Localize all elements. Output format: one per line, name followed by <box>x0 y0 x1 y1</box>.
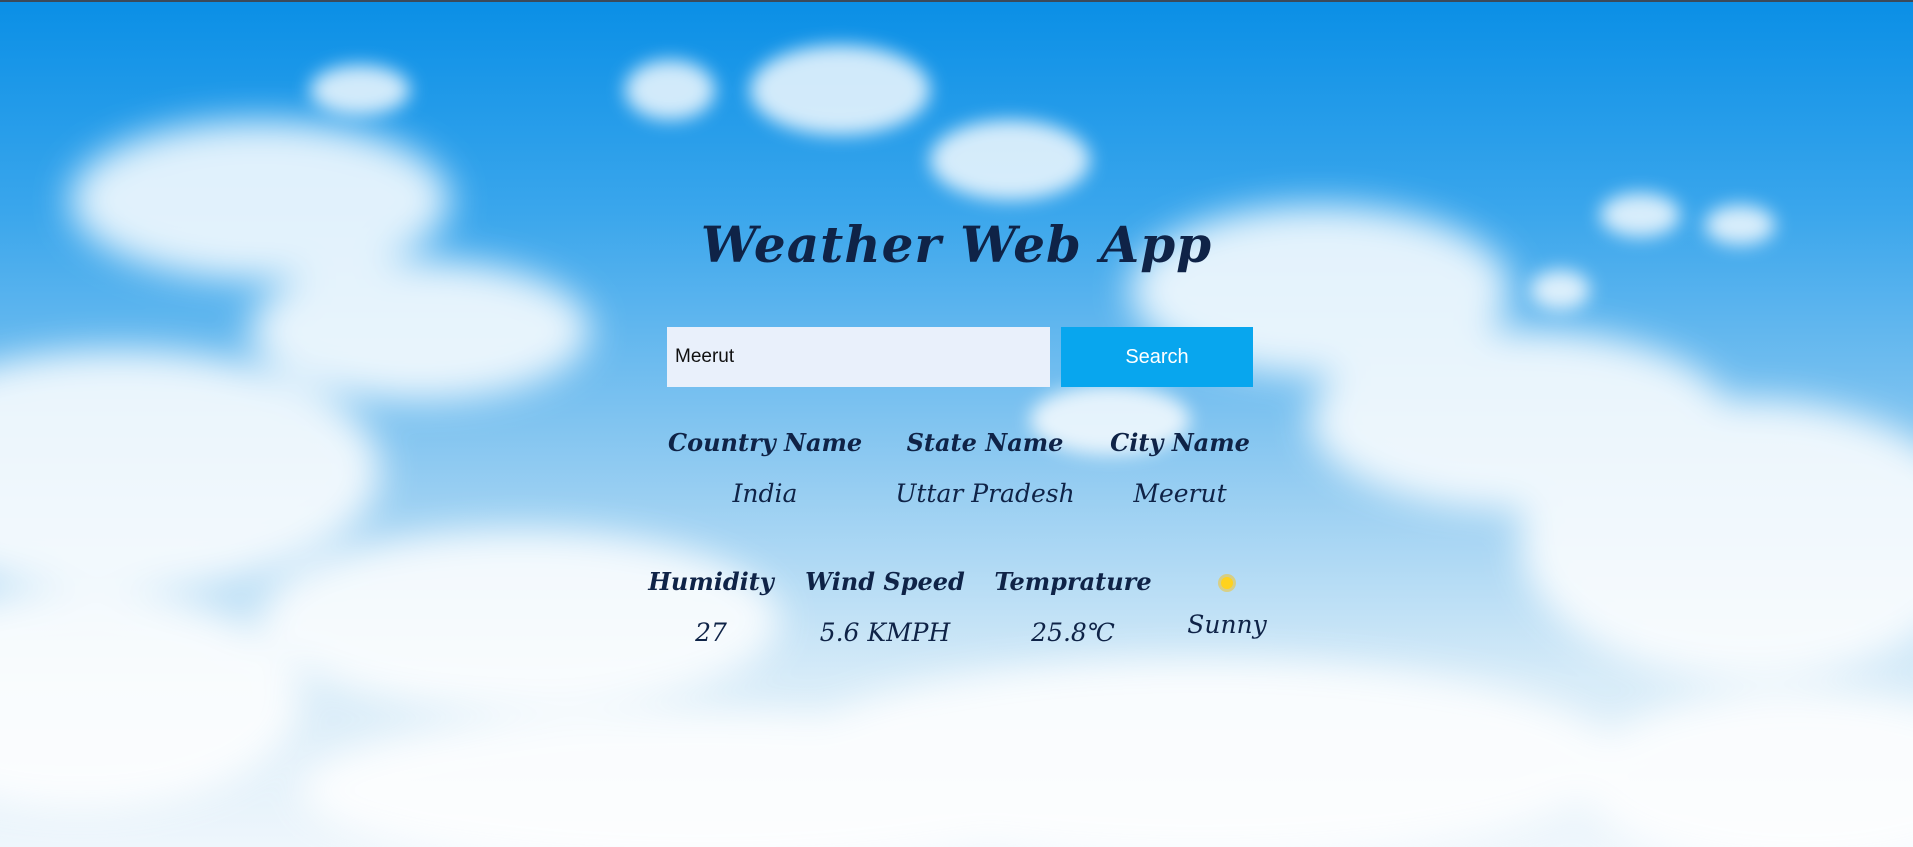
temperature-value: 25.8℃ <box>1031 618 1115 647</box>
wind-speed-label: Wind Speed <box>805 567 965 596</box>
search-button[interactable]: Search <box>1061 327 1253 387</box>
country-block: Country Name India <box>668 428 862 508</box>
humidity-label: Humidity <box>648 567 774 596</box>
main-content: Weather Web App Search Country Name Indi… <box>0 0 1913 847</box>
temperature-block: Temprature 25.8℃ <box>990 567 1156 647</box>
country-value: India <box>732 479 798 508</box>
sun-icon <box>1221 577 1233 589</box>
state-label: State Name <box>906 428 1064 457</box>
humidity-block: Humidity 27 <box>648 567 774 647</box>
country-label: Country Name <box>668 428 863 457</box>
city-block: City Name Meerut <box>1101 428 1259 508</box>
page-title: Weather Web App <box>700 215 1213 274</box>
state-block: State Name Uttar Pradesh <box>889 428 1081 508</box>
sky-background: Weather Web App Search Country Name Indi… <box>0 0 1913 847</box>
humidity-value: 27 <box>695 618 727 647</box>
city-label: City Name <box>1110 428 1250 457</box>
condition-value: Sunny <box>1187 610 1267 639</box>
temperature-label: Temprature <box>994 567 1152 596</box>
wind-speed-value: 5.6 KMPH <box>819 618 951 647</box>
state-value: Uttar Pradesh <box>895 479 1075 508</box>
city-value: Meerut <box>1133 479 1227 508</box>
city-search-input[interactable] <box>667 327 1050 387</box>
wind-speed-block: Wind Speed 5.6 KMPH <box>800 567 970 647</box>
condition-block: Sunny <box>1170 572 1284 639</box>
